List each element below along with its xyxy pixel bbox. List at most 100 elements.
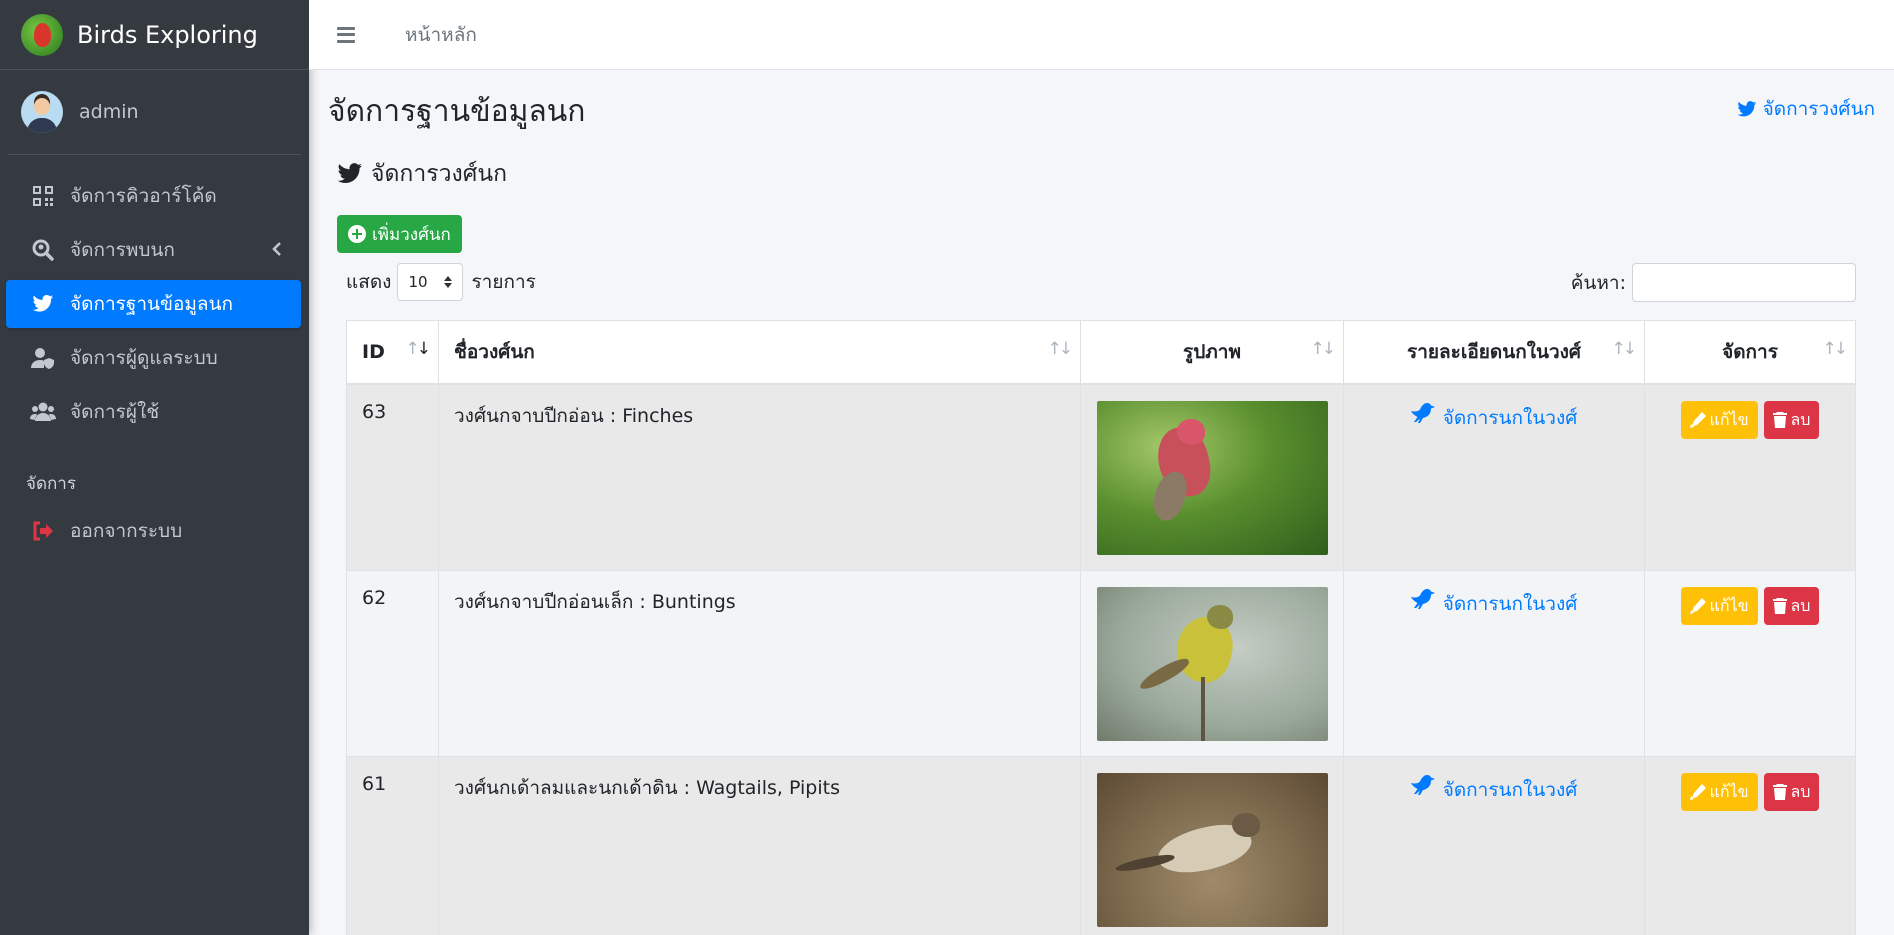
entries-label: รายการ [471,271,536,293]
cell-name: วงศ์นกจาบปีกอ่อน : Finches [439,385,1081,570]
sidebar-item-bird-database[interactable]: จัดการฐานข้อมูลนก [6,280,301,328]
manage-birds-link[interactable]: จัดการนกในวงศ์ [1410,587,1578,740]
section-title: จัดการวงศ์นก [337,156,507,192]
trash-icon [1772,784,1787,800]
cell-name: วงศ์นกเด้าลมและนกเด้าดิน : Wagtails, Pip… [439,757,1081,935]
sidebar-item-label: จัดการผู้ดูแลระบบ [70,347,218,369]
sign-out-icon [30,518,56,544]
brand-link[interactable]: Birds Exploring [0,0,309,70]
bird-family-image [1096,587,1328,741]
trash-icon [1772,412,1787,428]
section-title-text: จัดการวงศ์นก [371,161,508,187]
sidebar-item-users[interactable]: จัดการผู้ใช้ [6,388,301,436]
home-link[interactable]: หน้าหลัก [405,20,477,50]
sort-icon: ↑↓ [1822,339,1848,359]
user-name: admin [79,101,139,123]
sort-icon: ↑↓ [1611,339,1637,359]
qrcode-icon [30,183,56,209]
user-panel[interactable]: admin [8,70,301,155]
search-location-icon [30,237,56,263]
cell-actions: แก้ไข ลบ [1645,385,1855,570]
edit-button[interactable]: แก้ไข [1680,401,1758,439]
table-search: ค้นหา: [1571,263,1856,302]
sidebar-item-label: จัดการพบนก [70,239,175,261]
bird-family-image [1096,773,1328,927]
select-caret-icon [444,276,453,288]
manage-family-link[interactable]: จัดการวงศ์นก [1737,94,1875,124]
bird-family-image [1096,401,1328,555]
page-length-control: แสดง 10 รายการ [346,263,536,301]
sidebar-item-logout[interactable]: ออกจากระบบ [6,507,301,555]
trash-icon [1772,598,1787,614]
cell-detail: จัดการนกในวงศ์ [1344,385,1645,570]
chevron-left-icon [271,240,283,262]
search-label: ค้นหา: [1570,271,1626,294]
edit-button[interactable]: แก้ไข [1680,587,1758,625]
crow-icon [1410,589,1435,609]
user-shield-icon [30,345,56,371]
sidebar-item-label: จัดการคิวอาร์โค้ด [70,185,217,207]
pencil-icon [1689,598,1706,614]
cell-image [1081,385,1344,570]
twitter-bird-icon [1737,100,1756,116]
cell-image [1081,571,1344,756]
column-header-id[interactable]: ID ↑↓ [347,321,439,383]
cell-name: วงศ์นกจาบปีกอ่อนเล็ก : Buntings [439,571,1081,756]
column-header-image[interactable]: รูปภาพ ↑↓ [1081,321,1344,383]
sidebar-item-bird-sighting[interactable]: จัดการพบนก [6,226,301,274]
hamburger-menu-icon[interactable] [337,26,355,43]
add-family-button[interactable]: เพิ่มวงศ์นก [337,215,462,253]
sort-icon: ↑↓ [1310,339,1336,359]
sidebar-item-label: จัดการผู้ใช้ [70,401,160,423]
sidebar-item-qrcode[interactable]: จัดการคิวอาร์โค้ด [6,172,301,220]
sort-icon: ↑↓ [1047,339,1073,359]
pencil-icon [1689,784,1706,800]
column-header-actions[interactable]: จัดการ ↑↓ [1645,321,1855,383]
family-table: ID ↑↓ ชื่อวงศ์นก ↑↓ รูปภาพ ↑↓ รายละเอียดนกใ… [346,320,1856,935]
cell-id: 61 [347,757,439,935]
page-title: จัดการฐานข้อมูลนก [328,94,586,129]
cell-actions: แก้ไข ลบ [1645,757,1855,935]
manage-birds-link[interactable]: จัดการนกในวงศ์ [1410,773,1578,926]
cell-id: 62 [347,571,439,756]
parrot-logo-icon [21,13,63,56]
main-content: จัดการฐานข้อมูลนก จัดการวงศ์นก จัดการวงศ… [309,70,1894,935]
crow-icon [1410,775,1435,795]
table-row: 61 วงศ์นกเด้าลมและนกเด้าดิน : Wagtails, … [347,757,1855,935]
sidebar-item-label: จัดการฐานข้อมูลนก [70,293,234,315]
twitter-bird-icon [30,291,56,317]
sidebar-nav: จัดการคิวอาร์โค้ด จัดการพบนก จัดการฐานข้… [0,155,309,555]
manage-birds-link[interactable]: จัดการนกในวงศ์ [1410,401,1578,554]
avatar [21,91,63,133]
edit-button[interactable]: แก้ไข [1680,773,1758,811]
plus-circle-icon [348,225,366,243]
delete-button[interactable]: ลบ [1763,587,1820,625]
cell-detail: จัดการนกในวงศ์ [1344,571,1645,756]
delete-button[interactable]: ลบ [1763,401,1820,439]
delete-button[interactable]: ลบ [1763,773,1820,811]
top-navbar: หน้าหลัก [309,0,1894,70]
column-header-detail[interactable]: รายละเอียดนกในวงศ์ ↑↓ [1344,321,1645,383]
manage-birds-link-label: จัดการนกในวงศ์ [1442,779,1578,801]
manage-birds-link-label: จัดการนกในวงศ์ [1442,593,1578,615]
sidebar-item-admins[interactable]: จัดการผู้ดูแลระบบ [6,334,301,382]
table-header: ID ↑↓ ชื่อวงศ์นก ↑↓ รูปภาพ ↑↓ รายละเอียดนกใ… [347,321,1855,385]
add-family-button-label: เพิ่มวงศ์นก [372,224,451,245]
twitter-bird-icon [337,163,362,183]
sidebar-item-label: ออกจากระบบ [70,520,183,542]
page-length-select[interactable]: 10 [397,263,464,301]
sort-desc-icon: ↑↓ [405,339,432,359]
users-icon [30,399,56,425]
crow-icon [1410,403,1435,423]
cell-id: 63 [347,385,439,570]
column-header-name[interactable]: ชื่อวงศ์นก ↑↓ [439,321,1081,383]
cell-detail: จัดการนกในวงศ์ [1344,757,1645,935]
manage-birds-link-label: จัดการนกในวงศ์ [1442,407,1578,429]
search-input[interactable] [1632,263,1856,302]
pencil-icon [1689,412,1706,428]
brand-name: Birds Exploring [77,20,258,49]
table-row: 62 วงศ์นกจาบปีกอ่อนเล็ก : Buntings จัดกา… [347,571,1855,757]
table-row: 63 วงศ์นกจาบปีกอ่อน : Finches จัดการนกใน… [347,385,1855,571]
sidebar: Birds Exploring admin จัดการคิวอาร์โค้ด … [0,0,309,935]
cell-image [1081,757,1344,935]
